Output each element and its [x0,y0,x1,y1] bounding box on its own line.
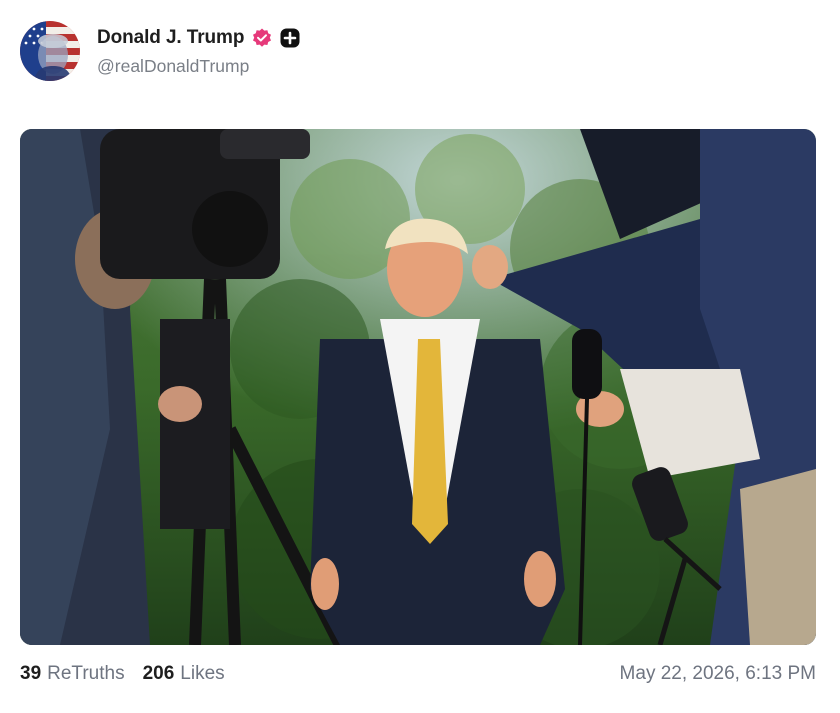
author-handle[interactable]: @realDonaldTrump [97,56,300,77]
post-timestamp[interactable]: May 22, 2026, 6:13 PM [620,663,816,685]
author-info: Donald J. Trump @realDonaldTrump [97,21,300,81]
press-scrum-photo [20,129,816,645]
likes-stat[interactable]: 206 Likes [143,663,225,685]
post-footer: 39 ReTruths 206 Likes May 22, 2026, 6:13… [20,662,816,686]
post-header: Donald J. Trump @realDonaldTrump [20,20,300,82]
post-photo[interactable] [20,129,816,645]
likes-count: 206 [142,663,175,684]
retruths-count: 39 [20,663,42,684]
retruths-stat[interactable]: 39 ReTruths [20,663,125,685]
verified-badge-icon [251,27,273,49]
plus-badge-icon [280,28,300,48]
name-row: Donald J. Trump [97,25,300,51]
author-display-name[interactable]: Donald J. Trump [97,27,244,49]
likes-label: Likes [180,663,225,684]
retruths-label: ReTruths [47,663,125,684]
avatar[interactable] [20,21,80,81]
flag-portrait-avatar [20,21,80,81]
